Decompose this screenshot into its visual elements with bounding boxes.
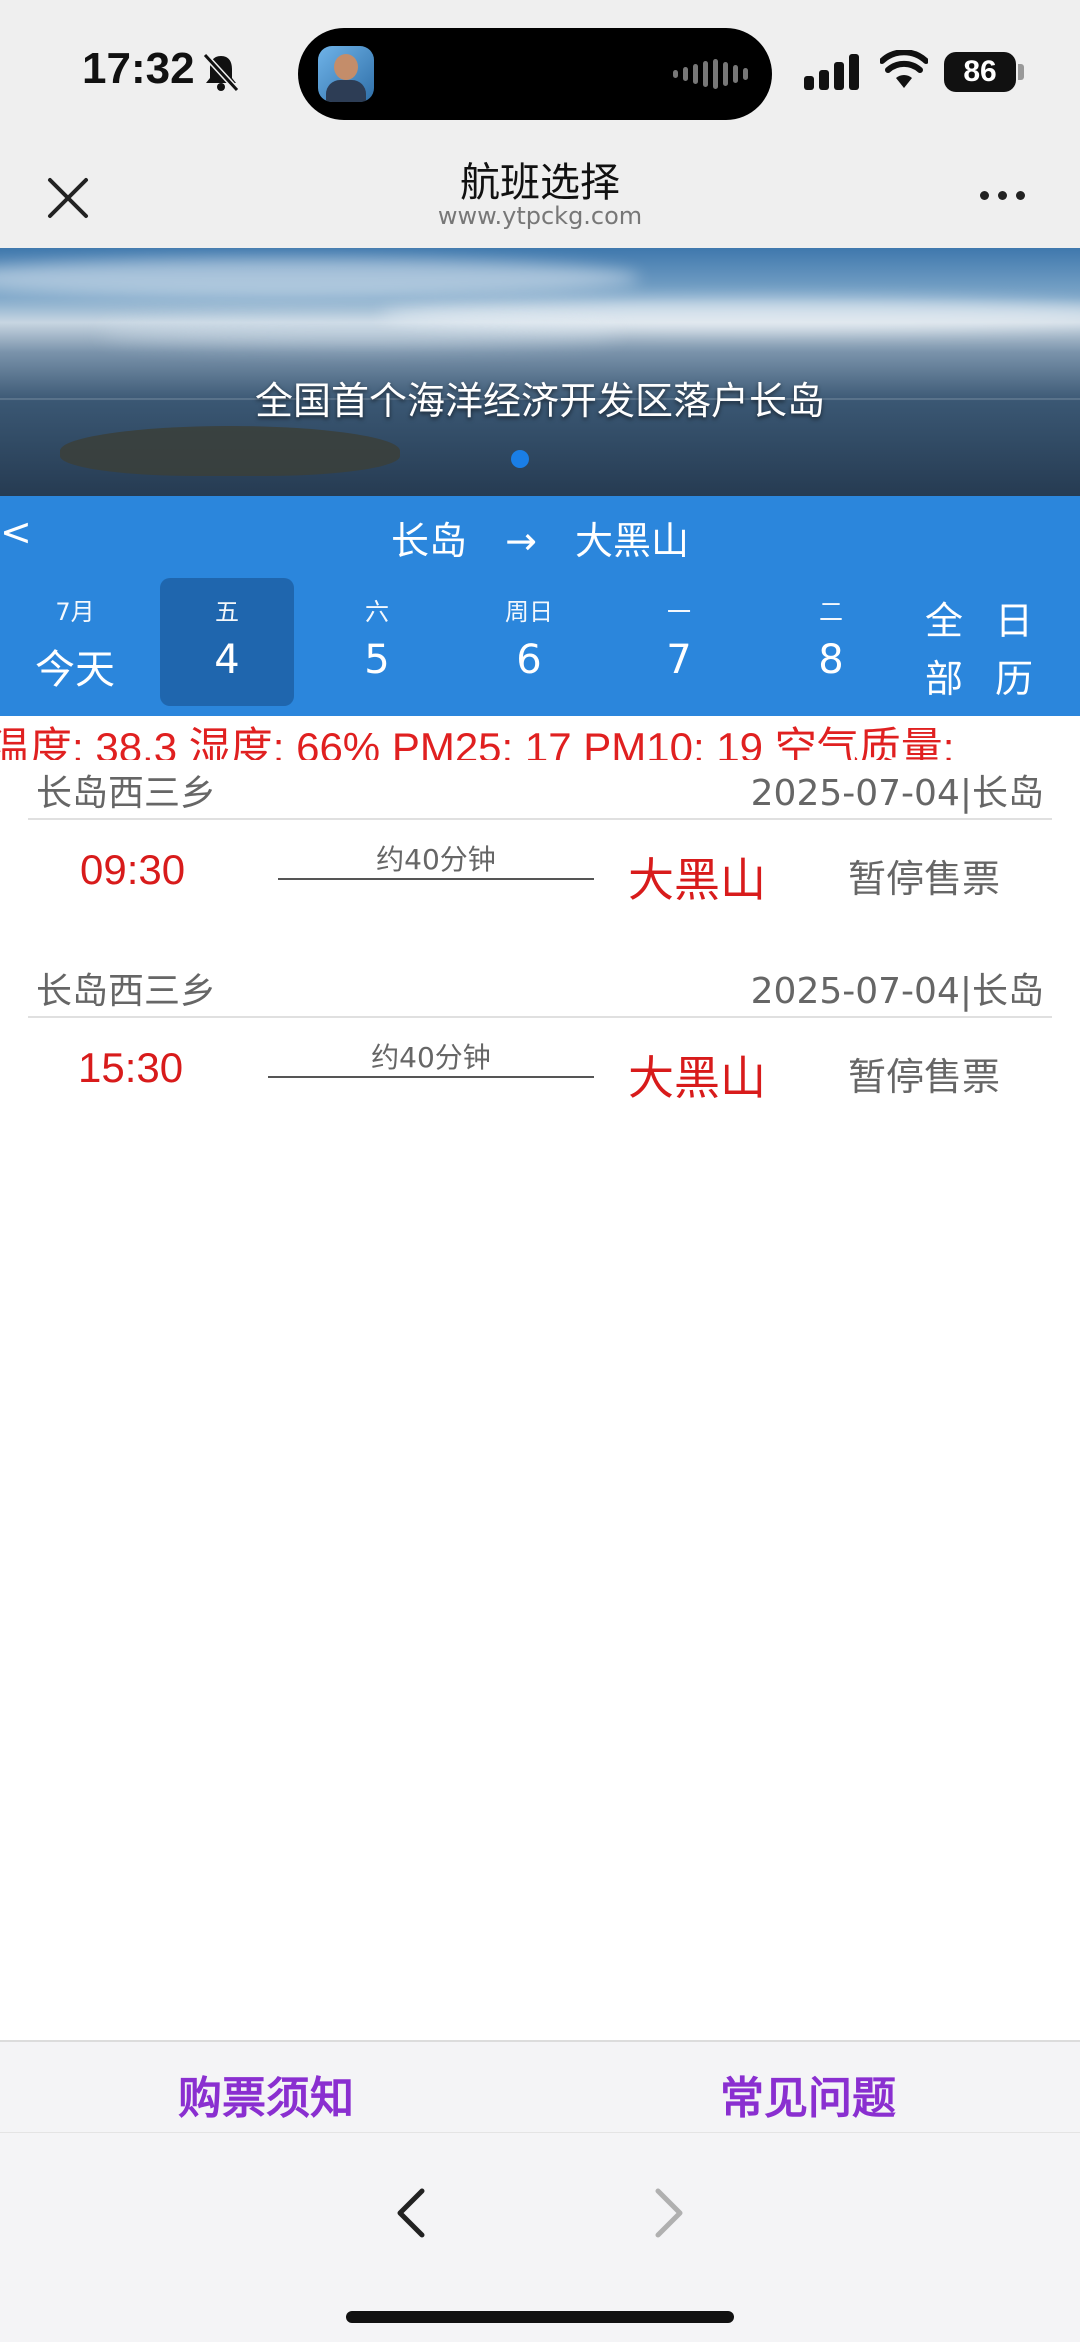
date-tab-weekday: 一 bbox=[667, 598, 691, 626]
flight-date: 2025-07-04|长岛 bbox=[750, 773, 1044, 814]
calendar-label-top: 日 bbox=[994, 599, 1033, 643]
page-url: www.ytpckg.com bbox=[437, 202, 643, 230]
flight-origin: 长岛西三乡 bbox=[36, 971, 217, 1012]
weather-marquee: 温度: 38.3 湿度: 66% PM25: 17 PM10: 19 空气质量: bbox=[0, 716, 1080, 760]
date-tab-today[interactable]: 7月 今天 bbox=[8, 578, 142, 706]
calendar-button[interactable]: 日 历 bbox=[992, 592, 1036, 708]
flight-card[interactable]: 长岛西三乡 2025-07-04|长岛 09:30 约40分钟 大黑山 暂停售票 bbox=[28, 760, 1052, 930]
route-to: 大黑山 bbox=[575, 519, 690, 563]
date-tab-day: 6 bbox=[516, 637, 542, 683]
all-dates-button[interactable]: 全 部 bbox=[922, 592, 966, 708]
departure-time: 15:30 bbox=[78, 1044, 184, 1091]
chevron-right-icon[interactable] bbox=[648, 2185, 688, 2241]
calendar-label-bottom: 历 bbox=[994, 657, 1033, 701]
all-dates-label-bottom: 部 bbox=[924, 657, 963, 701]
banner-cloud bbox=[100, 318, 620, 346]
date-tab-8[interactable]: 二 8 bbox=[764, 578, 898, 706]
flight-origin: 长岛西三乡 bbox=[36, 773, 217, 814]
date-tab-6[interactable]: 周日 6 bbox=[462, 578, 596, 706]
flight-duration: 约40分钟 bbox=[376, 843, 496, 876]
status-bar: 17:32 86 bbox=[0, 0, 1080, 140]
date-tab-7[interactable]: 一 7 bbox=[612, 578, 746, 706]
footer-links: 购票须知 常见问题 bbox=[0, 2040, 1080, 2134]
date-tab-day: 5 bbox=[364, 637, 390, 683]
chevron-left-icon[interactable] bbox=[392, 2185, 432, 2241]
battery-icon: 86 bbox=[944, 52, 1016, 92]
header: 航班选择 www.ytpckg.com bbox=[0, 140, 1080, 248]
duration-line bbox=[268, 1076, 594, 1078]
more-icon[interactable] bbox=[980, 180, 1040, 210]
banner-caption: 全国首个海洋经济开发区落户长岛 bbox=[254, 379, 825, 423]
flight-card-header: 长岛西三乡 2025-07-04|长岛 bbox=[28, 760, 1052, 820]
destination: 大黑山 bbox=[628, 1051, 766, 1105]
browser-nav-bar bbox=[0, 2132, 1080, 2342]
date-tab-4[interactable]: 五 4 bbox=[160, 578, 294, 706]
date-tab-weekday: 7月 bbox=[55, 598, 95, 626]
flight-card-body: 09:30 约40分钟 大黑山 暂停售票 bbox=[28, 820, 1052, 930]
duration-line bbox=[278, 878, 594, 880]
ticket-status: 暂停售票 bbox=[848, 857, 1001, 901]
flight-card-header: 长岛西三乡 2025-07-04|长岛 bbox=[28, 958, 1052, 1018]
banner-cloud bbox=[0, 258, 640, 298]
date-tab-weekday: 五 bbox=[215, 598, 239, 626]
route-arrow: → bbox=[505, 519, 537, 563]
departure-time: 09:30 bbox=[80, 846, 186, 893]
status-time: 17:32 bbox=[82, 44, 195, 93]
audio-wave-icon bbox=[673, 58, 748, 90]
flight-date: 2025-07-04|长岛 bbox=[750, 971, 1044, 1012]
route-bar: < 长岛 → 大黑山 7月 今天 五 4 六 5 周日 6 一 7 二 8 全 … bbox=[0, 496, 1080, 716]
route-from: 长岛 bbox=[390, 519, 467, 563]
date-tab-weekday: 周日 bbox=[505, 598, 553, 626]
home-indicator[interactable] bbox=[346, 2311, 734, 2323]
carousel-dot-active[interactable] bbox=[511, 450, 529, 468]
date-tab-day: 4 bbox=[214, 637, 240, 683]
purchase-notice-link[interactable]: 购票须知 bbox=[178, 2062, 354, 2126]
flight-card-body: 15:30 约40分钟 大黑山 暂停售票 bbox=[28, 1018, 1052, 1128]
date-tab-5[interactable]: 六 5 bbox=[310, 578, 444, 706]
all-dates-label-top: 全 bbox=[924, 599, 963, 643]
news-banner[interactable]: 全国首个海洋经济开发区落户长岛 bbox=[0, 248, 1080, 496]
dynamic-island[interactable] bbox=[298, 28, 772, 120]
bell-muted-icon bbox=[202, 52, 240, 92]
signal-icon bbox=[804, 52, 859, 90]
flight-duration: 约40分钟 bbox=[371, 1041, 491, 1074]
app-avatar-icon bbox=[318, 46, 374, 102]
weather-text: 温度: 38.3 湿度: 66% PM25: 17 PM10: 19 空气质量: bbox=[0, 724, 955, 760]
date-tab-weekday: 六 bbox=[365, 598, 389, 626]
date-tab-weekday: 二 bbox=[819, 598, 843, 626]
battery-tip bbox=[1018, 64, 1024, 80]
date-tab-day: 8 bbox=[818, 637, 844, 683]
wifi-icon bbox=[880, 50, 928, 88]
page-title: 航班选择 bbox=[460, 160, 620, 206]
date-tab-day: 今天 bbox=[35, 647, 115, 693]
ticket-status: 暂停售票 bbox=[848, 1055, 1001, 1099]
faq-link[interactable]: 常见问题 bbox=[720, 2062, 896, 2126]
banner-island bbox=[60, 426, 400, 476]
route-title: 长岛 → 大黑山 bbox=[0, 510, 1080, 565]
flight-card[interactable]: 长岛西三乡 2025-07-04|长岛 15:30 约40分钟 大黑山 暂停售票 bbox=[28, 958, 1052, 1128]
destination: 大黑山 bbox=[628, 853, 766, 907]
date-tab-day: 7 bbox=[666, 637, 692, 683]
